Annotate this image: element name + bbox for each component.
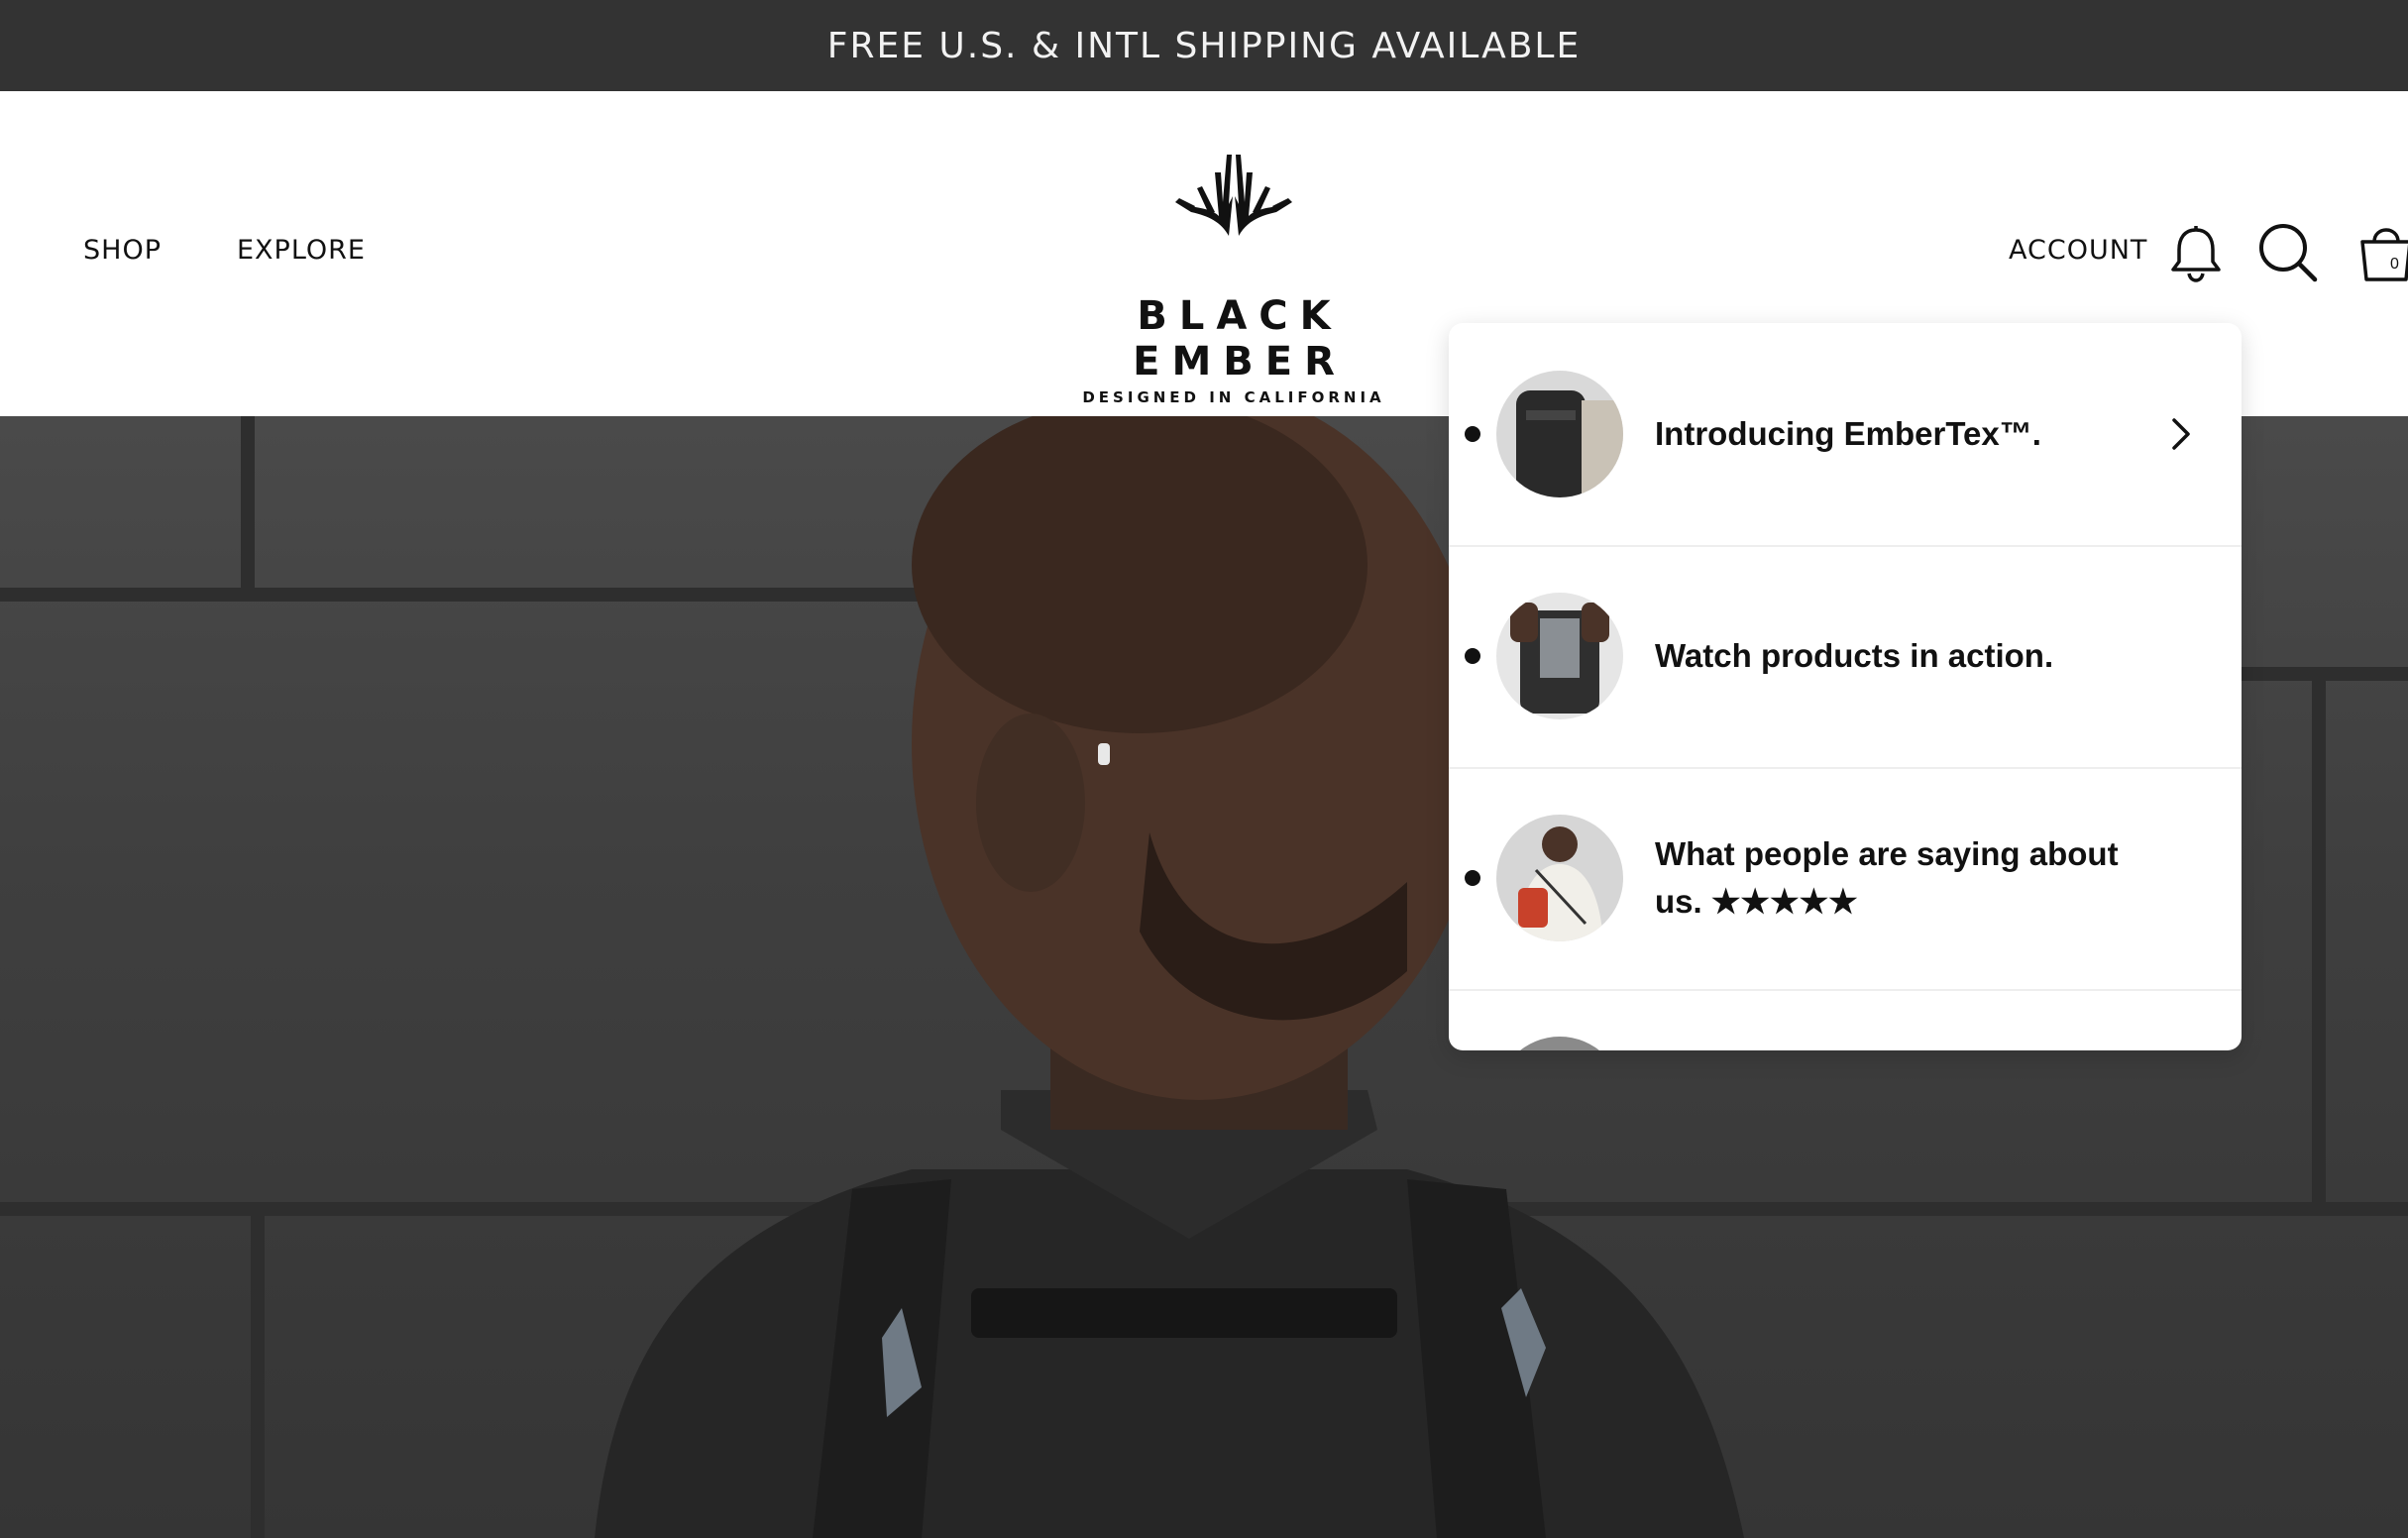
embertex-thumbnail bbox=[1496, 371, 1623, 497]
unread-dot bbox=[1465, 648, 1480, 664]
logo-wordmark: BLACK EMBER bbox=[1133, 293, 1347, 384]
announcement-text: FREE U.S. & INTL SHIPPING AVAILABLE bbox=[826, 25, 1582, 66]
partial-thumbnail bbox=[1496, 1037, 1623, 1050]
site-logo[interactable]: BLACK EMBER DESIGNED IN CALIFORNIA bbox=[1060, 143, 1407, 406]
cart-count: 0 bbox=[2390, 256, 2399, 273]
dropdown-item-embertex[interactable]: Introducing EmberTex™. bbox=[1449, 323, 2242, 547]
videos-thumbnail bbox=[1496, 593, 1623, 719]
shopping-bag-icon[interactable]: 0 bbox=[2356, 216, 2408, 290]
antlers-logo-icon bbox=[1175, 155, 1292, 236]
dropdown-item-reviews[interactable]: What people are saying about us. ★★★★★ bbox=[1449, 767, 2242, 991]
reviews-thumbnail bbox=[1496, 815, 1623, 941]
dropdown-item-partial[interactable] bbox=[1449, 989, 2242, 1050]
chevron-right-icon[interactable] bbox=[2162, 416, 2198, 457]
announcement-bar: FREE U.S. & INTL SHIPPING AVAILABLE bbox=[0, 0, 2408, 91]
unread-dot bbox=[1465, 870, 1480, 886]
account-link[interactable]: ACCOUNT bbox=[2009, 235, 2147, 266]
main-nav: SHOP EXPLORE bbox=[83, 235, 366, 266]
bell-icon[interactable] bbox=[2170, 224, 2222, 288]
dropdown-item-text: What people are saying about us. ★★★★★ bbox=[1655, 835, 2119, 920]
unread-dot bbox=[1465, 426, 1480, 442]
dropdown-item-text: Introducing EmberTex™. bbox=[1655, 415, 2041, 452]
nav-shop[interactable]: SHOP bbox=[83, 235, 162, 266]
dropdown-item-videos[interactable]: Watch products in action. bbox=[1449, 545, 2242, 769]
logo-tagline: DESIGNED IN CALIFORNIA bbox=[1082, 388, 1385, 406]
search-icon[interactable] bbox=[2257, 222, 2319, 288]
dropdown-item-text: Watch products in action. bbox=[1655, 637, 2054, 674]
notifications-dropdown: Introducing EmberTex™. Watch products in… bbox=[1449, 323, 2242, 1050]
nav-explore[interactable]: EXPLORE bbox=[237, 235, 366, 266]
